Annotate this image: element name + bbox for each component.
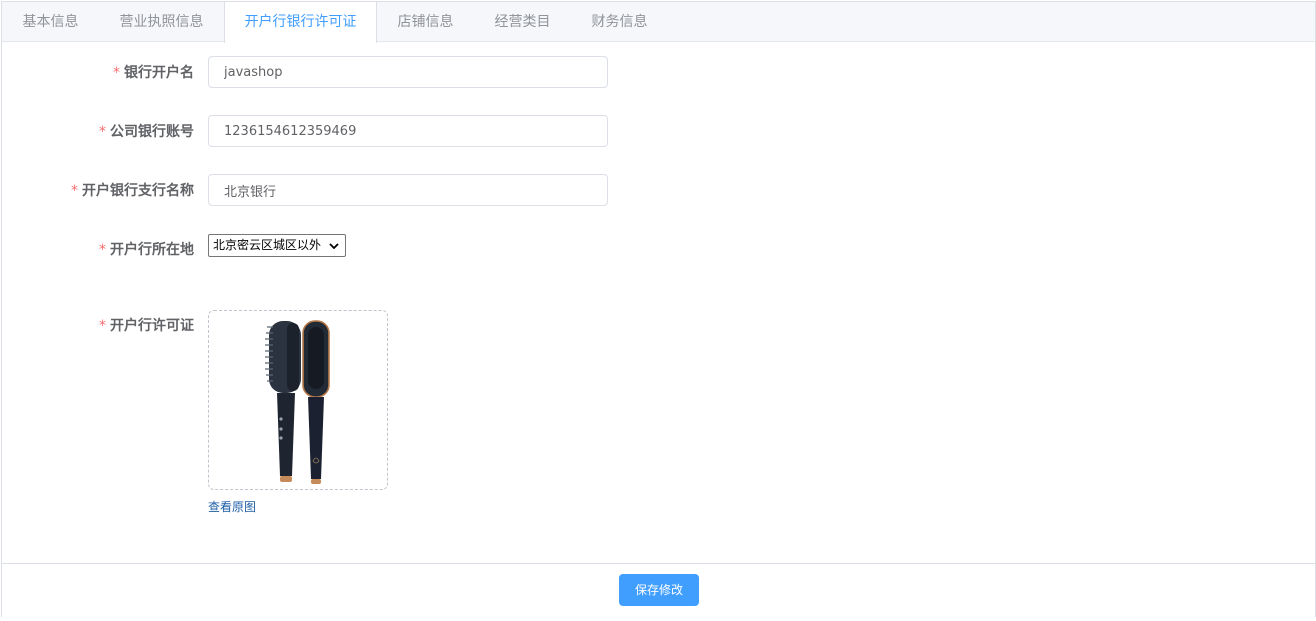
account-number-input[interactable] [208, 115, 608, 147]
license-label: * 开户行许可证 [99, 316, 194, 336]
location-label: * 开户行所在地 [99, 240, 194, 260]
location-select-value: 北京密云区城区以外 [213, 238, 322, 252]
tab-business-category[interactable]: 经营类目 [474, 2, 571, 42]
form-panel: 基本信息 营业执照信息 开户行银行许可证 店铺信息 经营类目 财务信息 * 银行开… [1, 1, 1316, 617]
tab-bar: 基本信息 营业执照信息 开户行银行许可证 店铺信息 经营类目 财务信息 [2, 2, 1315, 43]
required-mark: * [99, 242, 106, 258]
tab-bank-license[interactable]: 开户行银行许可证 [224, 2, 377, 43]
account-name-input[interactable] [208, 56, 608, 88]
hair-straightener-brush-image [265, 320, 330, 484]
tab-shop-info[interactable]: 店铺信息 [377, 2, 474, 42]
branch-name-input[interactable] [208, 174, 608, 206]
location-label-text: 开户行所在地 [110, 242, 194, 258]
account-name-label: * 银行开户名 [113, 63, 194, 83]
tab-basic-info[interactable]: 基本信息 [2, 2, 99, 42]
branch-name-label: * 开户银行支行名称 [71, 181, 194, 201]
required-mark: * [99, 124, 106, 140]
license-upload[interactable] [208, 310, 388, 490]
account-name-label-text: 银行开户名 [124, 65, 194, 81]
required-mark: * [113, 65, 120, 81]
footer-bar: 保存修改 [2, 563, 1315, 617]
required-mark: * [99, 318, 106, 334]
license-label-text: 开户行许可证 [110, 318, 194, 334]
tab-finance-info[interactable]: 财务信息 [571, 2, 668, 42]
save-button[interactable]: 保存修改 [619, 574, 699, 606]
required-mark: * [71, 183, 78, 199]
location-select[interactable]: 北京密云区城区以外 [208, 234, 346, 257]
account-number-label: * 公司银行账号 [99, 122, 194, 142]
view-original-link[interactable]: 查看原图 [208, 498, 256, 515]
branch-name-label-text: 开户银行支行名称 [82, 183, 194, 199]
account-number-label-text: 公司银行账号 [110, 124, 194, 140]
chevron-down-icon [329, 242, 339, 249]
tab-business-license[interactable]: 营业执照信息 [99, 2, 224, 42]
